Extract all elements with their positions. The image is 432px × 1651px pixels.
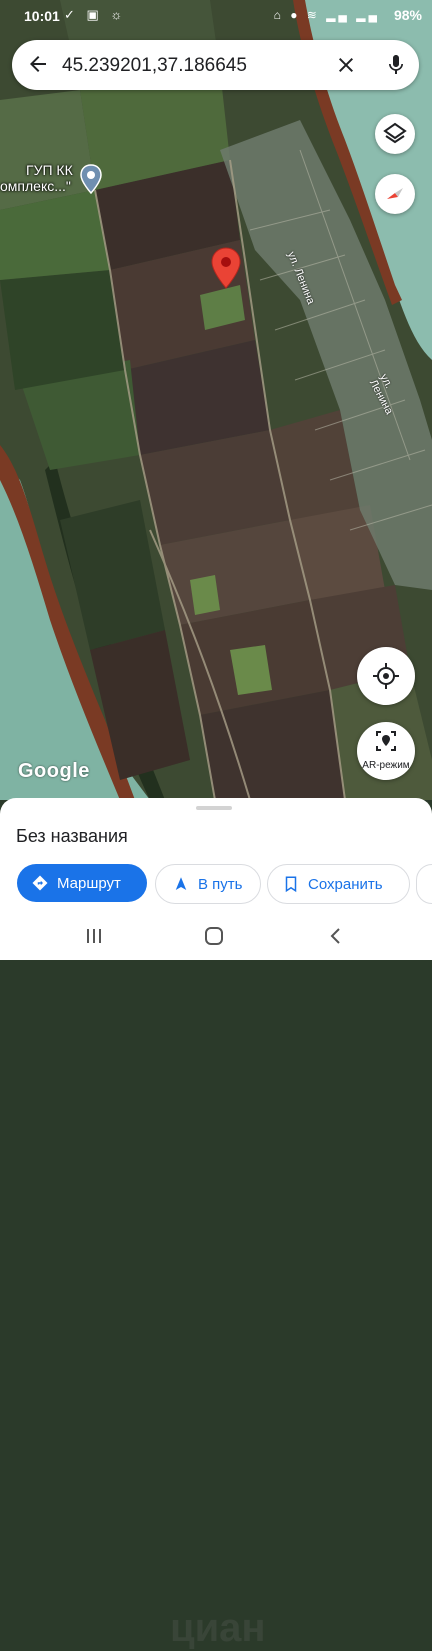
battery-level: 98% <box>393 7 422 23</box>
navigation-arrow-icon <box>175 877 187 890</box>
directions-icon <box>32 875 48 891</box>
search-bar[interactable]: 45.239201,37.186645 <box>12 40 419 90</box>
watermark: циан <box>170 1606 266 1650</box>
home-icon[interactable] <box>204 926 224 946</box>
bookmark-icon <box>285 876 297 893</box>
recent-apps-icon[interactable] <box>84 926 104 946</box>
mic-icon[interactable] <box>384 52 408 78</box>
system-icons: ⌂ ● ≋ ▂▄ ▂▄ <box>273 8 380 22</box>
ar-pin-icon <box>376 731 396 751</box>
place-pin-icon[interactable] <box>80 164 102 194</box>
compass-button[interactable] <box>375 174 415 214</box>
place-label-line1: ГУП КК <box>26 162 73 178</box>
place-label[interactable]: ГУП КК омплекс..." <box>0 162 73 194</box>
status-bar: 10:01 ✓ ▣ ☼ ⌂ ● ≋ ▂▄ ▂▄ 98% <box>0 0 432 32</box>
google-attribution: Google <box>18 760 90 782</box>
start-label: В путь <box>198 875 243 893</box>
compass-icon <box>387 188 403 199</box>
layers-icon <box>383 122 407 144</box>
notification-icons: ✓ ▣ ☼ <box>64 7 127 22</box>
directions-label: Маршрут <box>57 874 121 892</box>
save-button[interactable]: Сохранить <box>267 864 410 904</box>
my-location-button[interactable] <box>357 647 415 705</box>
my-location-icon <box>373 663 399 689</box>
back-arrow-icon[interactable] <box>26 52 50 76</box>
close-icon[interactable] <box>334 53 358 77</box>
start-button[interactable]: В путь <box>155 864 261 904</box>
share-button[interactable] <box>416 864 432 904</box>
sheet-drag-handle[interactable] <box>196 806 232 810</box>
status-time: 10:01 <box>24 8 60 24</box>
ar-mode-label: AR-режим <box>362 760 410 771</box>
place-label-line2: омплекс..." <box>0 178 71 194</box>
layers-button[interactable] <box>375 114 415 154</box>
dropped-pin-icon[interactable] <box>211 247 241 289</box>
back-icon[interactable] <box>326 926 346 946</box>
ar-mode-button[interactable] <box>357 722 415 780</box>
search-query[interactable]: 45.239201,37.186645 <box>62 55 247 77</box>
place-title: Без названия <box>16 826 128 846</box>
save-label: Сохранить <box>308 875 383 893</box>
system-nav-bar <box>0 912 432 960</box>
directions-button[interactable]: Маршрут <box>17 864 147 902</box>
